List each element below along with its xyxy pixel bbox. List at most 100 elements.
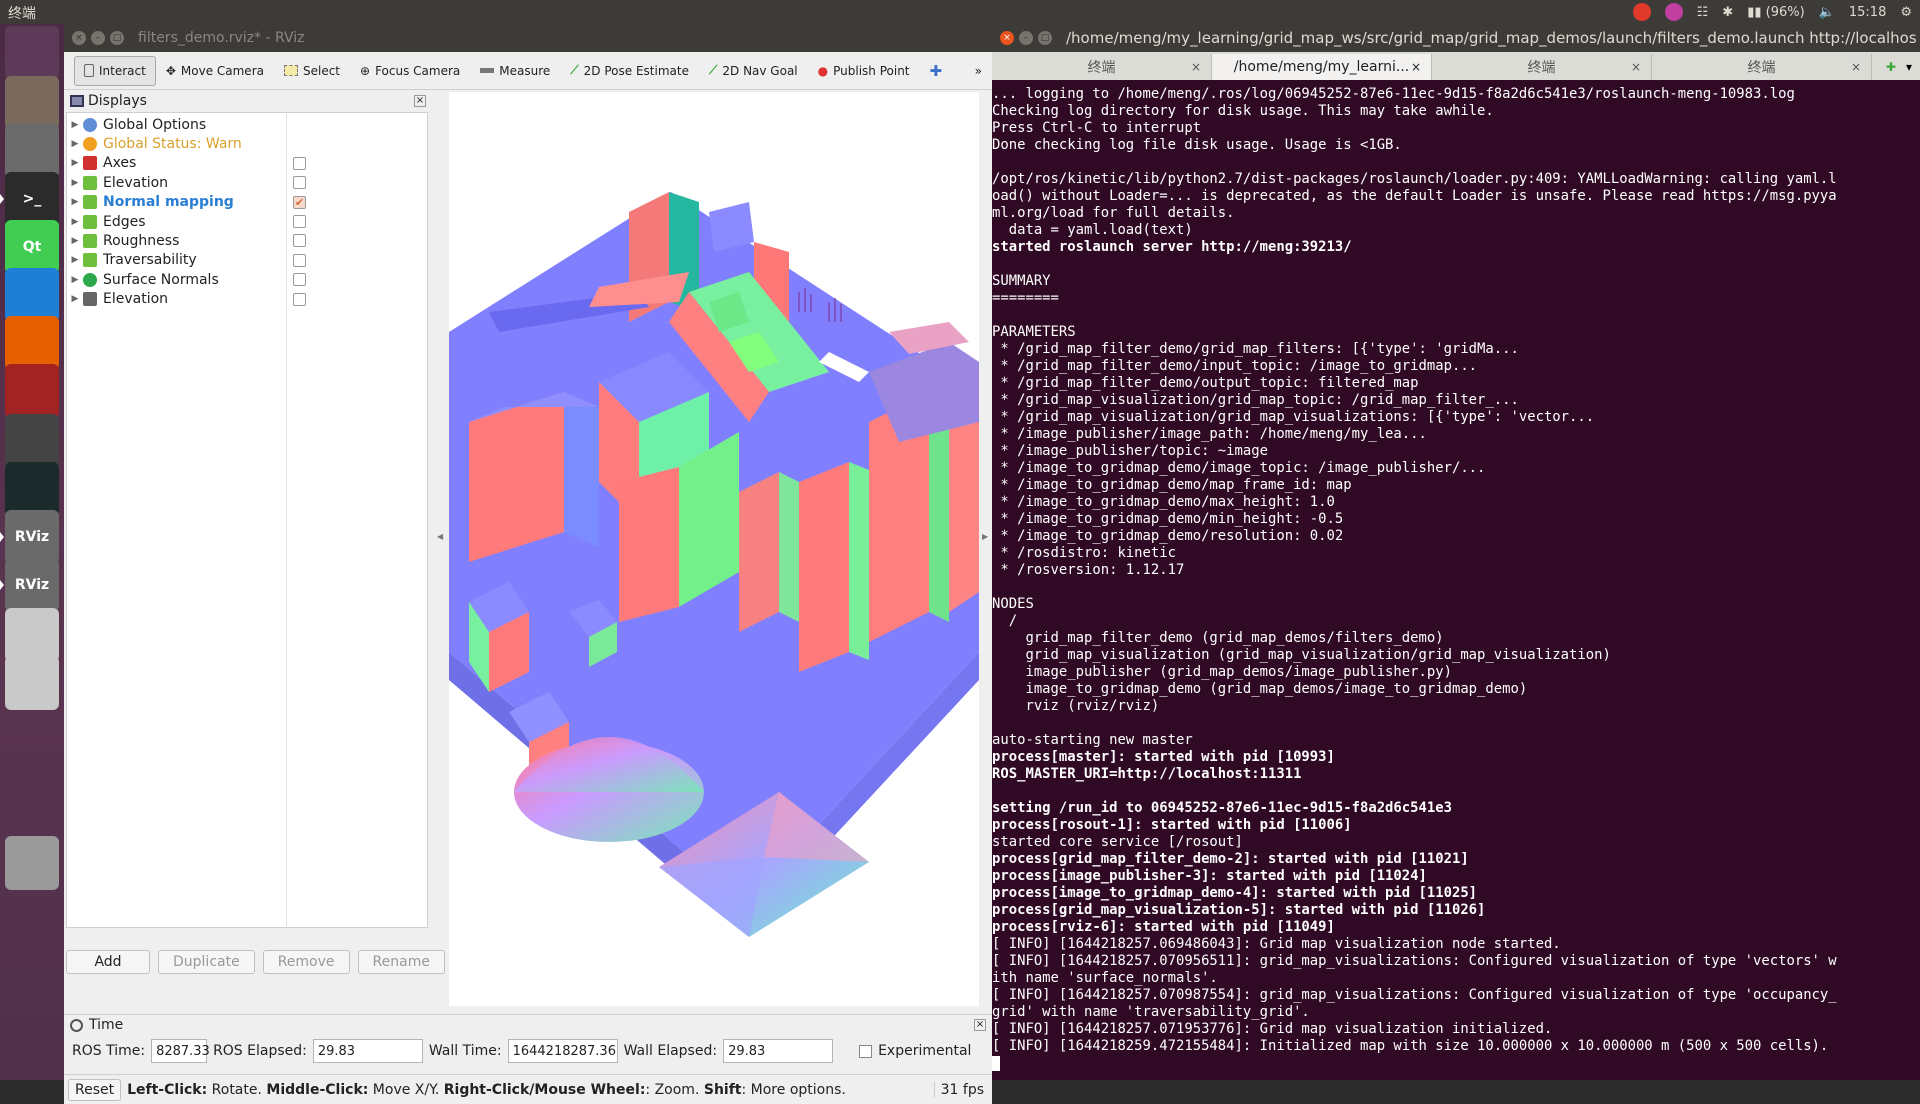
terminal-line (992, 715, 1920, 732)
nav-goal-tool[interactable]: ⟋2D Nav Goal (699, 56, 808, 86)
minimize-icon[interactable]: – (91, 31, 105, 45)
close-icon[interactable]: × (72, 31, 86, 45)
toolbar-overflow-button[interactable]: » (965, 56, 992, 86)
display-enable-checkbox[interactable] (293, 157, 306, 170)
ubuntu-dash-icon[interactable] (5, 26, 59, 80)
system-settings-icon[interactable] (5, 124, 59, 178)
splitter-left-arrow[interactable]: ◀ (437, 532, 443, 541)
display-item[interactable]: ▶Axes (67, 154, 407, 173)
wall-elapsed-field[interactable]: 29.83 (723, 1039, 833, 1063)
terminal-icon[interactable]: >_ (5, 172, 59, 226)
minimize-icon[interactable]: – (1019, 31, 1033, 45)
remove-display-button[interactable]: Remove (263, 950, 350, 974)
display-item[interactable]: ▶Elevation (67, 173, 407, 192)
display-enable-checkbox[interactable] (293, 176, 306, 189)
expand-arrow-icon[interactable]: ▶ (67, 217, 83, 227)
wifi-icon[interactable]: ☷ (1697, 5, 1709, 20)
app-red-icon[interactable] (5, 364, 59, 418)
move-camera-tool[interactable]: ✥Move Camera (156, 56, 274, 86)
terminal-line: ROS_MASTER_URI=http://localhost:11311 (992, 766, 1920, 783)
display-enable-checkbox[interactable] (293, 215, 306, 228)
tool-label: Select (303, 64, 340, 78)
grid-map-icon (83, 234, 97, 248)
ros-elapsed-field[interactable]: 29.83 (313, 1039, 423, 1063)
expand-arrow-icon[interactable]: ▶ (67, 236, 83, 246)
close-icon[interactable]: × (1000, 31, 1014, 45)
monitor-icon[interactable] (5, 414, 59, 468)
add-tool-button[interactable]: ✚ (920, 56, 953, 86)
terminal-tab[interactable]: 终端× (1432, 54, 1652, 80)
terminal-tab[interactable]: 终端× (1652, 54, 1872, 80)
sogou-input-icon[interactable] (1633, 3, 1651, 21)
ros-time-field[interactable]: 8287.33 (151, 1039, 207, 1063)
splitter-right-arrow[interactable]: ▶ (982, 532, 988, 541)
expand-arrow-icon[interactable]: ▶ (67, 197, 83, 207)
close-tab-icon[interactable]: × (1851, 60, 1861, 74)
close-panel-icon[interactable]: × (974, 1019, 986, 1031)
display-item[interactable]: ▶Global Status: Warn (67, 134, 407, 153)
experimental-checkbox[interactable] (859, 1045, 872, 1058)
display-enable-checkbox[interactable] (293, 254, 306, 267)
drive-icon-1[interactable] (5, 608, 59, 662)
display-item[interactable]: ▶Edges (67, 212, 407, 231)
clock[interactable]: 15:18 (1849, 5, 1886, 20)
terminal-tab[interactable]: /home/meng/my_learni...× (1212, 54, 1432, 80)
display-enable-checkbox[interactable]: ✔ (293, 196, 306, 209)
system-monitor-icon[interactable] (5, 462, 59, 516)
display-item[interactable]: ▶Elevation (67, 290, 407, 309)
close-panel-icon[interactable]: × (414, 95, 426, 107)
terminal-output[interactable]: ... logging to /home/meng/.ros/log/06945… (992, 84, 1920, 1080)
rviz-icon-2[interactable]: RViz (5, 558, 59, 612)
pose-estimate-tool[interactable]: ⟋2D Pose Estimate (560, 56, 699, 86)
trash-icon[interactable] (5, 836, 59, 890)
expand-arrow-icon[interactable]: ▶ (67, 275, 83, 285)
tab-menu-icon[interactable]: ▾ (1906, 60, 1912, 74)
battery-indicator[interactable]: ▮▮ (96%) (1747, 5, 1805, 20)
maximize-icon[interactable]: □ (110, 31, 124, 45)
bluetooth-icon[interactable]: ✱ (1722, 5, 1733, 20)
settings-gear-icon[interactable]: ⚙ (1900, 5, 1912, 20)
interact-tool[interactable]: Interact (74, 56, 156, 86)
close-tab-icon[interactable]: × (1191, 60, 1201, 74)
display-item[interactable]: ▶Roughness (67, 231, 407, 250)
duplicate-display-button[interactable]: Duplicate (158, 950, 255, 974)
display-item[interactable]: ▶Traversability (67, 251, 407, 270)
files-icon[interactable] (5, 76, 59, 130)
qt-creator-icon[interactable]: Qt (5, 220, 59, 274)
render-view[interactable] (449, 92, 979, 1006)
display-enable-checkbox[interactable] (293, 293, 306, 306)
publish-point-tool[interactable]: ●Publish Point (808, 56, 920, 86)
display-item[interactable]: ▶Surface Normals (67, 270, 407, 289)
volume-icon[interactable]: 🔈 (1819, 5, 1835, 20)
vscode-icon[interactable] (5, 268, 59, 322)
drive-icon-2[interactable] (5, 656, 59, 710)
terminal-tab[interactable]: 终端× (992, 54, 1212, 80)
expand-arrow-icon[interactable]: ▶ (67, 158, 83, 168)
expand-arrow-icon[interactable]: ▶ (67, 120, 83, 130)
terminal-line: ith name 'surface_normals'. (992, 970, 1920, 987)
system-tray: ☷ ✱ ▮▮ (96%) 🔈 15:18 ⚙ (1633, 0, 1912, 24)
terminal-line: data = yaml.load(text) (992, 222, 1920, 239)
display-item[interactable]: ▶Normal mapping✔ (67, 193, 407, 212)
firefox-icon[interactable] (5, 316, 59, 370)
add-display-button[interactable]: Add (66, 950, 150, 974)
expand-arrow-icon[interactable]: ▶ (67, 178, 83, 188)
rename-display-button[interactable]: Rename (358, 950, 445, 974)
new-tab-icon[interactable]: ✚ (1886, 60, 1896, 74)
rviz-icon-1[interactable]: RViz (5, 510, 59, 564)
measure-tool[interactable]: Measure (470, 56, 560, 86)
maximize-icon[interactable]: □ (1038, 31, 1052, 45)
display-item[interactable]: ▶Global Options (67, 115, 407, 134)
expand-arrow-icon[interactable]: ▶ (67, 139, 83, 149)
select-tool[interactable]: Select (274, 56, 350, 86)
expand-arrow-icon[interactable]: ▶ (67, 255, 83, 265)
app-indicator-icon[interactable] (1665, 3, 1683, 21)
display-enable-checkbox[interactable] (293, 273, 306, 286)
close-tab-icon[interactable]: × (1411, 60, 1421, 74)
display-enable-checkbox[interactable] (293, 234, 306, 247)
wall-time-field[interactable]: 1644218287.36 (508, 1039, 618, 1063)
reset-button[interactable]: Reset (68, 1079, 121, 1101)
focus-camera-tool[interactable]: ⊕Focus Camera (350, 56, 470, 86)
close-tab-icon[interactable]: × (1631, 60, 1641, 74)
expand-arrow-icon[interactable]: ▶ (67, 294, 83, 304)
